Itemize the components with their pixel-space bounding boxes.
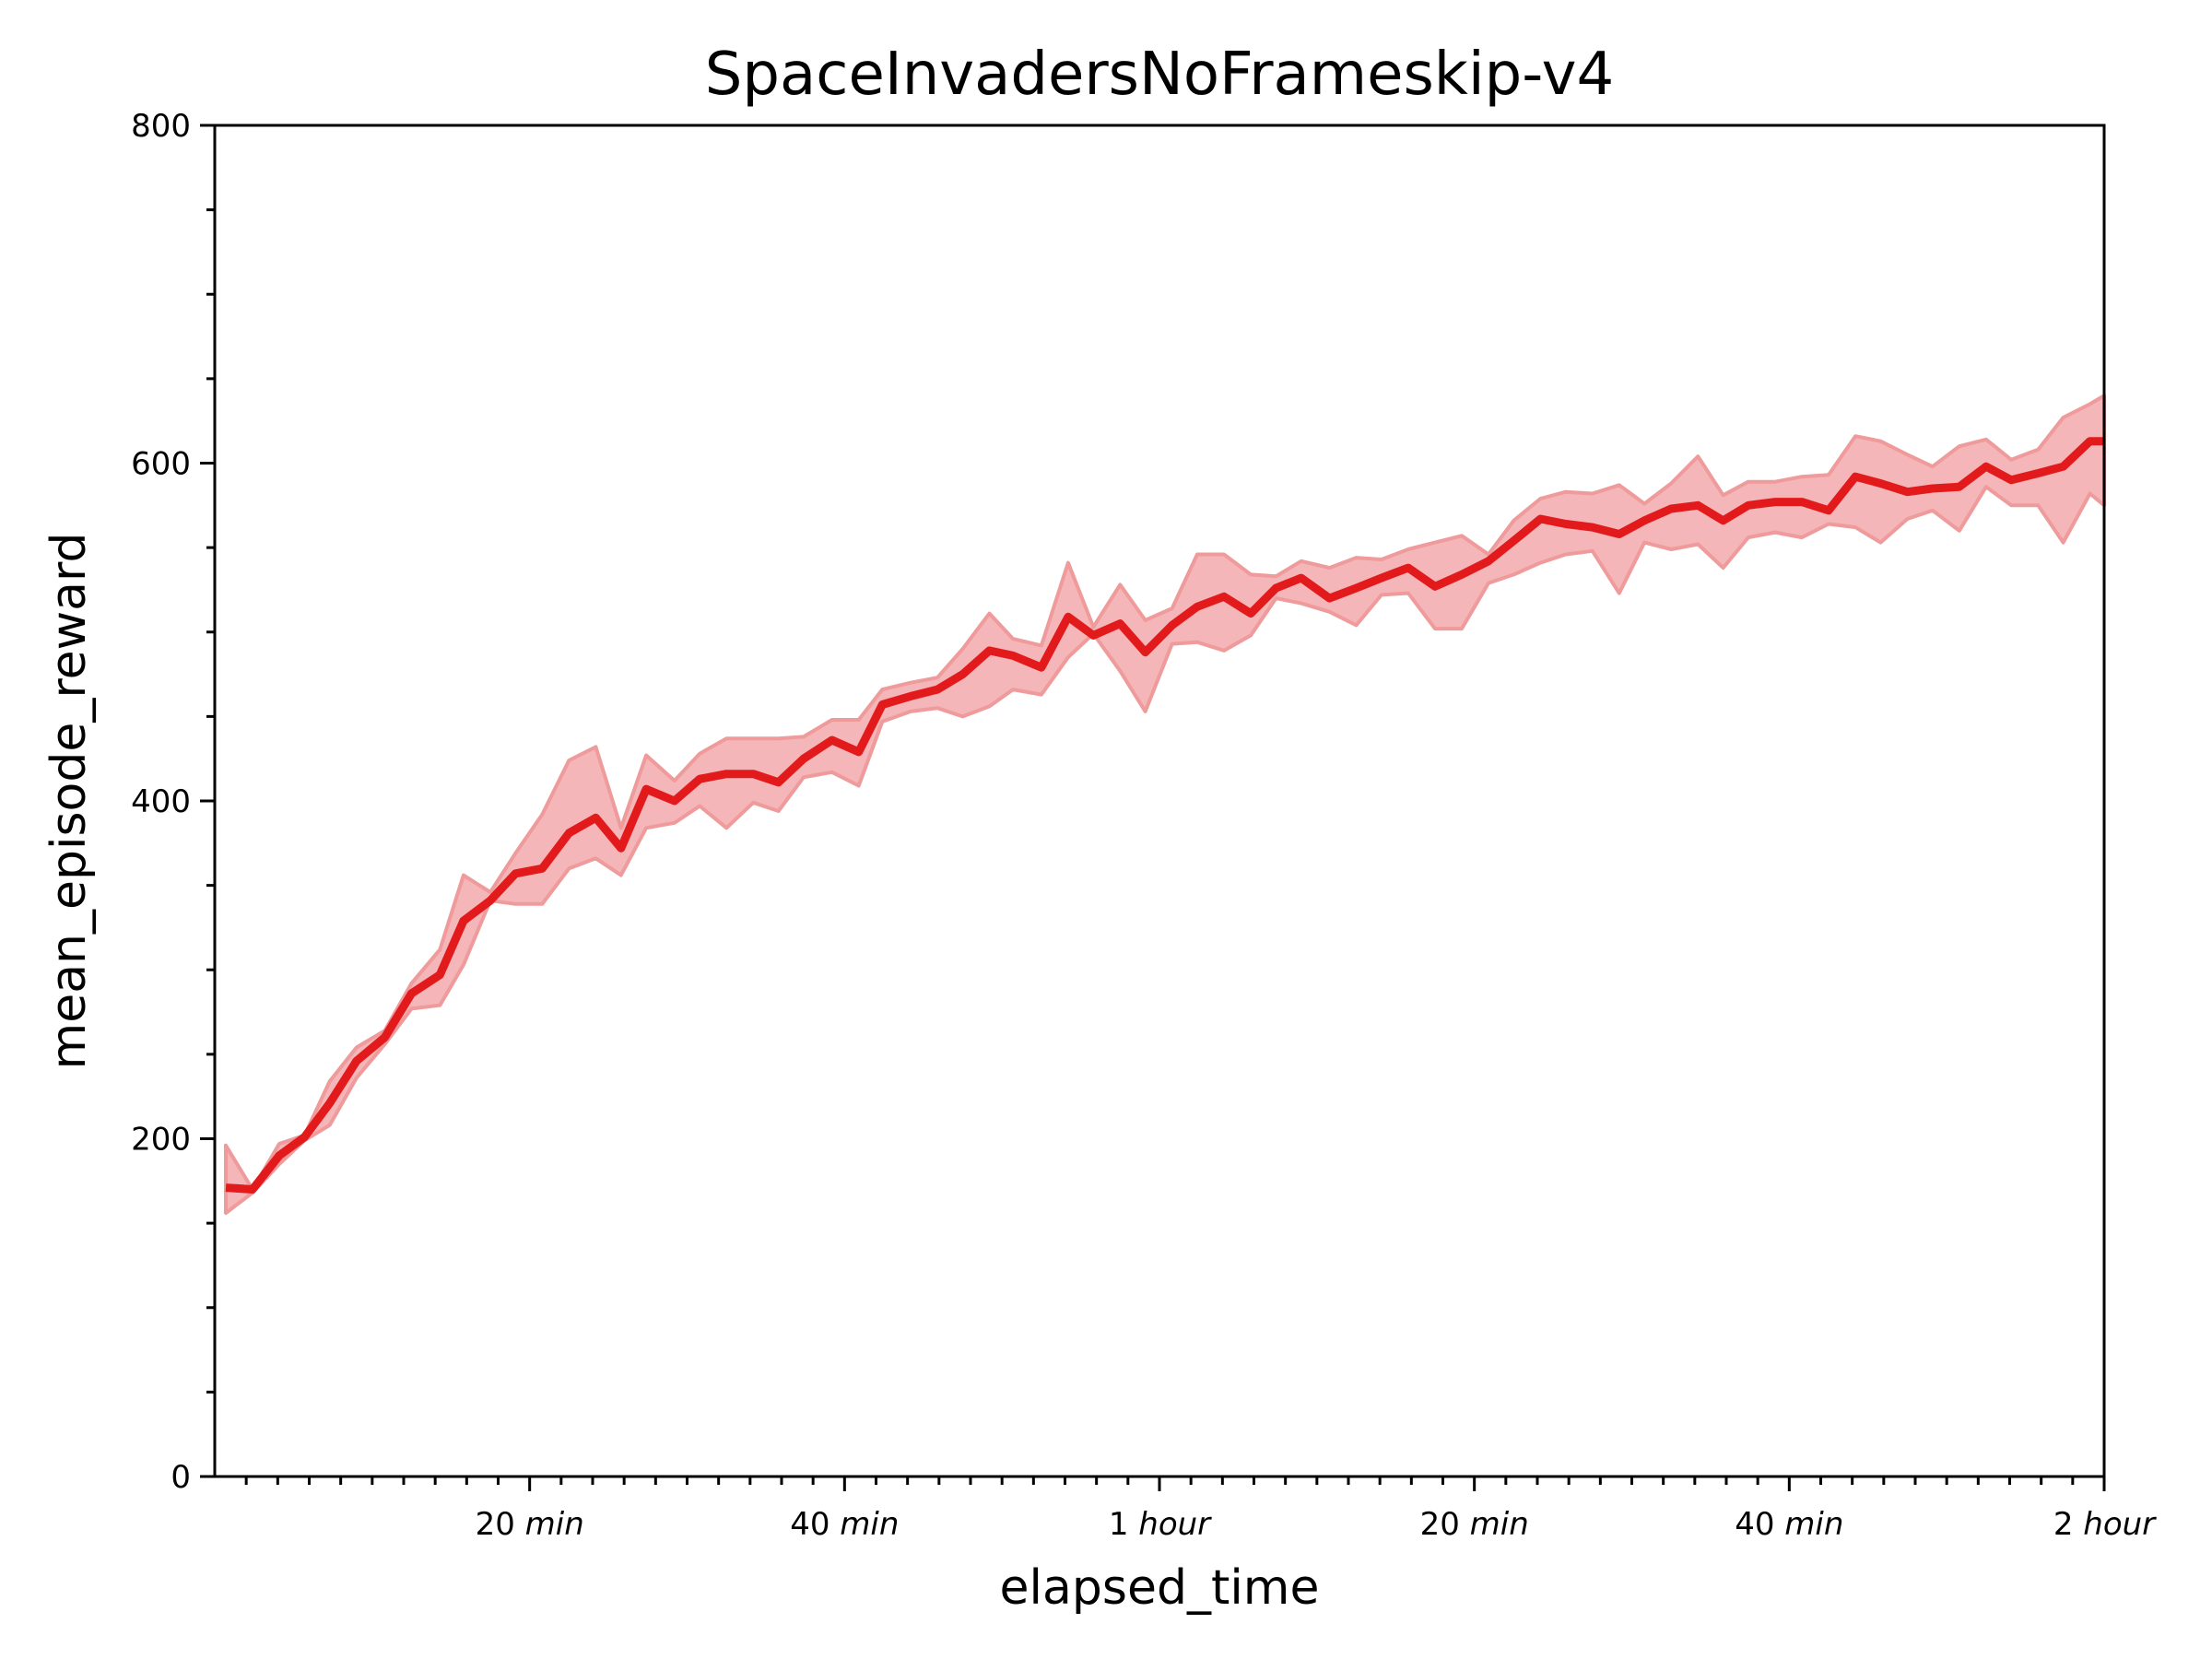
x-tick-label: 20 min [476, 1506, 584, 1543]
mean-reward-line [225, 437, 2104, 1194]
chart-title: SpaceInvadersNoFrameskip-v4 [705, 41, 1614, 109]
y-tick-label: 200 [131, 1122, 191, 1159]
x-tick-label: 2 hour [2053, 1506, 2157, 1543]
plot-area [224, 394, 2106, 1216]
x-tick-label: 40 min [790, 1506, 899, 1543]
y-tick-label: 600 [131, 446, 191, 483]
x-tick-label: 1 hour [1109, 1506, 1212, 1543]
x-tick-label: 20 min [1420, 1506, 1529, 1543]
axes [213, 124, 2106, 1478]
x-axis-ticks: 20 min 40 min 1 hour 20 min 40 min 2 hour [244, 1477, 2157, 1543]
y-tick-label: 800 [131, 108, 191, 145]
confidence-band [224, 394, 2106, 1216]
x-axis-label: elapsed_time [1000, 1560, 1320, 1616]
y-tick-label: 400 [131, 783, 191, 820]
line-chart: SpaceInvadersNoFrameskip-v4 0 200 400 600 80… [41, 41, 2157, 1616]
y-tick-label: 0 [171, 1459, 191, 1496]
x-tick-label: 40 min [1735, 1506, 1843, 1543]
y-axis-ticks: 0 200 400 600 800 [131, 108, 215, 1496]
y-axis-label: mean_episode_reward [41, 533, 97, 1070]
axes-frame [213, 124, 2106, 1478]
